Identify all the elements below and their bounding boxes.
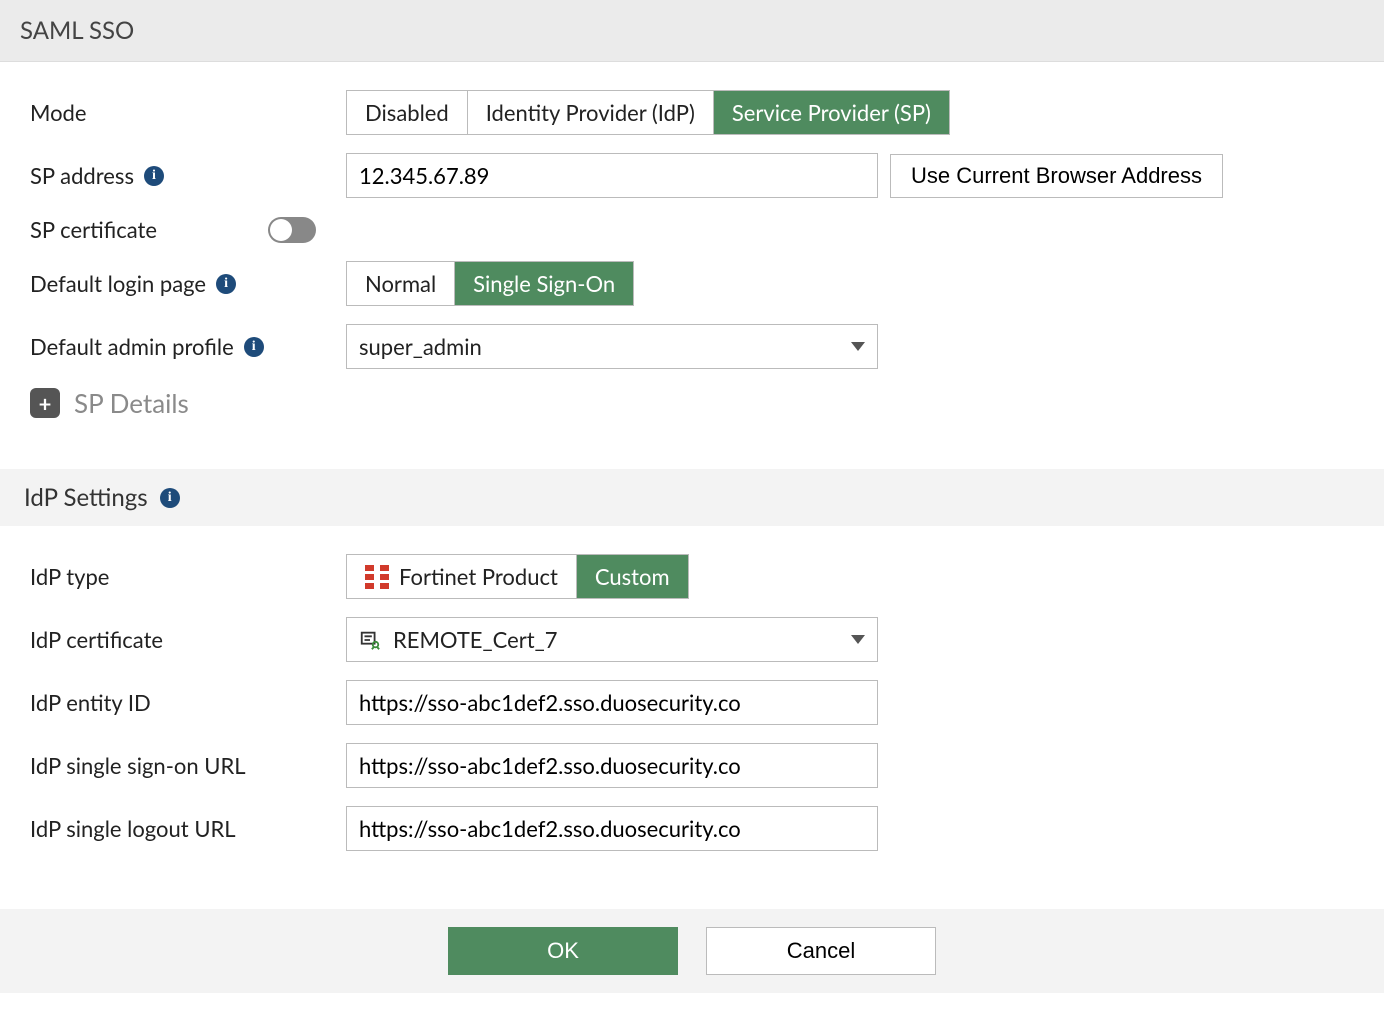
- idp-slo-url-label: IdP single logout URL: [30, 815, 236, 842]
- use-current-browser-button[interactable]: Use Current Browser Address: [890, 154, 1223, 198]
- mode-segmented: Disabled Identity Provider (IdP) Service…: [346, 90, 950, 135]
- sp-certificate-toggle[interactable]: [268, 217, 316, 243]
- login-option-sso[interactable]: Single Sign-On: [455, 262, 633, 305]
- default-admin-profile-select[interactable]: super_admin: [346, 324, 878, 369]
- row-idp-entity-id: IdP entity ID: [30, 680, 1354, 725]
- plus-icon: +: [30, 388, 60, 418]
- certificate-icon: [359, 629, 381, 651]
- idp-settings-header: IdP Settings i: [0, 469, 1384, 526]
- sp-details-label: SP Details: [74, 387, 189, 419]
- sp-address-label: SP address: [30, 162, 134, 189]
- idp-type-custom[interactable]: Custom: [577, 555, 688, 598]
- mode-option-disabled[interactable]: Disabled: [347, 91, 468, 134]
- row-idp-certificate: IdP certificate REMOTE_Cert_7: [30, 617, 1354, 662]
- default-login-label: Default login page: [30, 270, 206, 297]
- mode-option-sp[interactable]: Service Provider (SP): [714, 91, 949, 134]
- row-sp-address: SP address i Use Current Browser Address: [30, 153, 1354, 198]
- idp-certificate-label: IdP certificate: [30, 626, 163, 653]
- sp-details-expander[interactable]: + SP Details: [30, 387, 1354, 419]
- row-sp-certificate: SP certificate: [30, 216, 1354, 243]
- info-icon[interactable]: i: [244, 337, 264, 357]
- row-default-login: Default login page i Normal Single Sign-…: [30, 261, 1354, 306]
- idp-certificate-select[interactable]: REMOTE_Cert_7: [346, 617, 878, 662]
- chevron-down-icon: [851, 342, 865, 351]
- idp-type-segmented: Fortinet Product Custom: [346, 554, 689, 599]
- row-idp-type: IdP type Fortinet Product Custom: [30, 554, 1354, 599]
- sp-certificate-label: SP certificate: [30, 216, 157, 243]
- info-icon[interactable]: i: [144, 166, 164, 186]
- login-page-segmented: Normal Single Sign-On: [346, 261, 634, 306]
- row-idp-slo-url: IdP single logout URL: [30, 806, 1354, 851]
- mode-option-idp[interactable]: Identity Provider (IdP): [468, 91, 714, 134]
- cancel-button[interactable]: Cancel: [706, 927, 936, 975]
- idp-settings-title: IdP Settings: [24, 483, 148, 512]
- idp-slo-url-input[interactable]: [346, 806, 878, 851]
- idp-entity-id-label: IdP entity ID: [30, 689, 151, 716]
- footer: OK Cancel: [0, 909, 1384, 993]
- section-header: SAML SSO: [0, 0, 1384, 62]
- idp-entity-id-input[interactable]: [346, 680, 878, 725]
- login-option-normal[interactable]: Normal: [347, 262, 455, 305]
- info-icon[interactable]: i: [160, 488, 180, 508]
- default-admin-profile-label: Default admin profile: [30, 333, 234, 360]
- fortinet-icon: [365, 565, 389, 589]
- idp-type-fortinet[interactable]: Fortinet Product: [347, 555, 577, 598]
- ok-button[interactable]: OK: [448, 927, 678, 975]
- row-idp-sso-url: IdP single sign-on URL: [30, 743, 1354, 788]
- row-mode: Mode Disabled Identity Provider (IdP) Se…: [30, 90, 1354, 135]
- idp-type-label: IdP type: [30, 563, 109, 590]
- sp-address-input[interactable]: [346, 153, 878, 198]
- row-default-admin-profile: Default admin profile i super_admin: [30, 324, 1354, 369]
- chevron-down-icon: [851, 635, 865, 644]
- info-icon[interactable]: i: [216, 274, 236, 294]
- mode-label: Mode: [30, 99, 87, 126]
- idp-sso-url-input[interactable]: [346, 743, 878, 788]
- page-title: SAML SSO: [20, 16, 134, 45]
- idp-sso-url-label: IdP single sign-on URL: [30, 752, 246, 779]
